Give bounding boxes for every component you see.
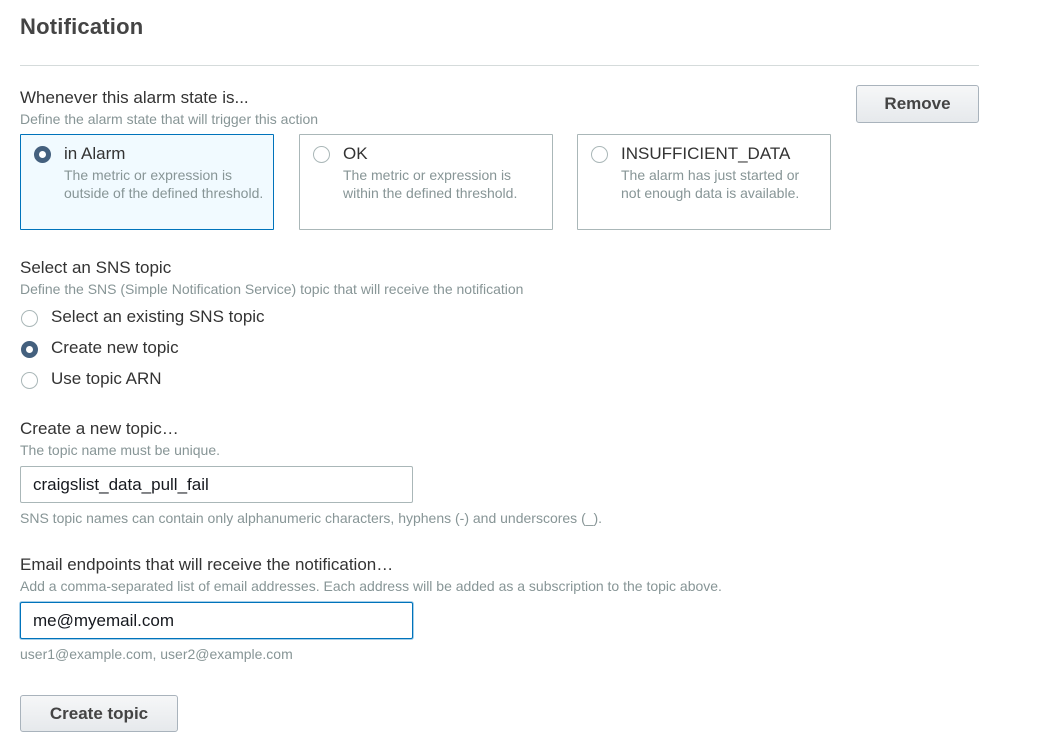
sns-topic-description: Define the SNS (Simple Notification Serv… [20, 281, 524, 297]
create-new-topic-radio[interactable] [21, 341, 38, 358]
in-alarm-radio[interactable] [34, 146, 51, 163]
state-option-ok[interactable]: OK The metric or expression is within th… [299, 134, 553, 230]
alarm-state-description: Define the alarm state that will trigger… [20, 111, 319, 127]
state-option-title: INSUFFICIENT_DATA [621, 144, 791, 163]
topic-name-hint: SNS topic names can contain only alphanu… [20, 510, 603, 526]
state-option-description: The alarm has just started or not enough… [621, 167, 800, 201]
ok-radio[interactable] [313, 146, 330, 163]
email-endpoints-input[interactable] [20, 602, 413, 639]
notification-panel: Notification Whenever this alarm state i… [0, 0, 1048, 748]
remove-button[interactable]: Remove [856, 85, 979, 123]
state-option-in-alarm[interactable]: in Alarm The metric or expression is out… [20, 134, 274, 230]
new-topic-label: Create a new topic… [20, 419, 179, 438]
sns-option-label: Create new topic [51, 338, 179, 357]
topic-name-input[interactable] [20, 466, 413, 503]
state-option-insufficient-data[interactable]: INSUFFICIENT_DATA The alarm has just sta… [577, 134, 831, 230]
page-title: Notification [20, 14, 144, 39]
existing-topic-radio[interactable] [21, 310, 38, 327]
alarm-state-label: Whenever this alarm state is... [20, 88, 249, 107]
title-divider [20, 65, 979, 66]
insufficient-data-radio[interactable] [591, 146, 608, 163]
sns-option-label: Use topic ARN [51, 369, 162, 388]
state-option-title: in Alarm [64, 144, 126, 163]
state-option-description: The metric or expression is outside of t… [64, 167, 264, 201]
email-endpoints-description: Add a comma-separated list of email addr… [20, 578, 722, 594]
email-endpoints-hint: user1@example.com, user2@example.com [20, 646, 293, 662]
topic-arn-radio[interactable] [21, 372, 38, 389]
create-topic-button[interactable]: Create topic [20, 695, 178, 732]
state-option-description: The metric or expression is within the d… [343, 167, 518, 201]
email-endpoints-label: Email endpoints that will receive the no… [20, 555, 394, 574]
state-option-title: OK [343, 144, 368, 163]
sns-topic-label: Select an SNS topic [20, 258, 172, 277]
sns-option-label: Select an existing SNS topic [51, 307, 265, 326]
new-topic-description: The topic name must be unique. [20, 442, 221, 458]
